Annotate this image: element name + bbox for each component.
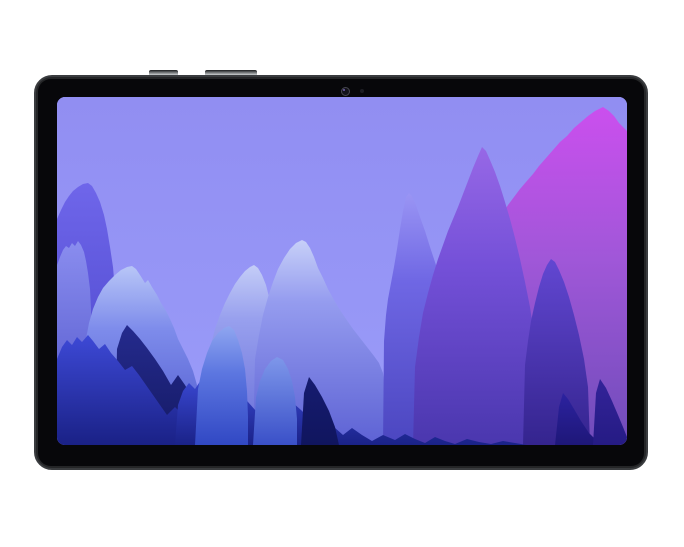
tablet-body (34, 75, 648, 470)
camera-glint (343, 89, 345, 91)
wallpaper-svg (57, 97, 627, 445)
tablet-screen (57, 97, 627, 445)
front-camera-icon (341, 87, 350, 96)
light-sensor-icon (360, 89, 364, 93)
product-image-stage (0, 0, 684, 547)
